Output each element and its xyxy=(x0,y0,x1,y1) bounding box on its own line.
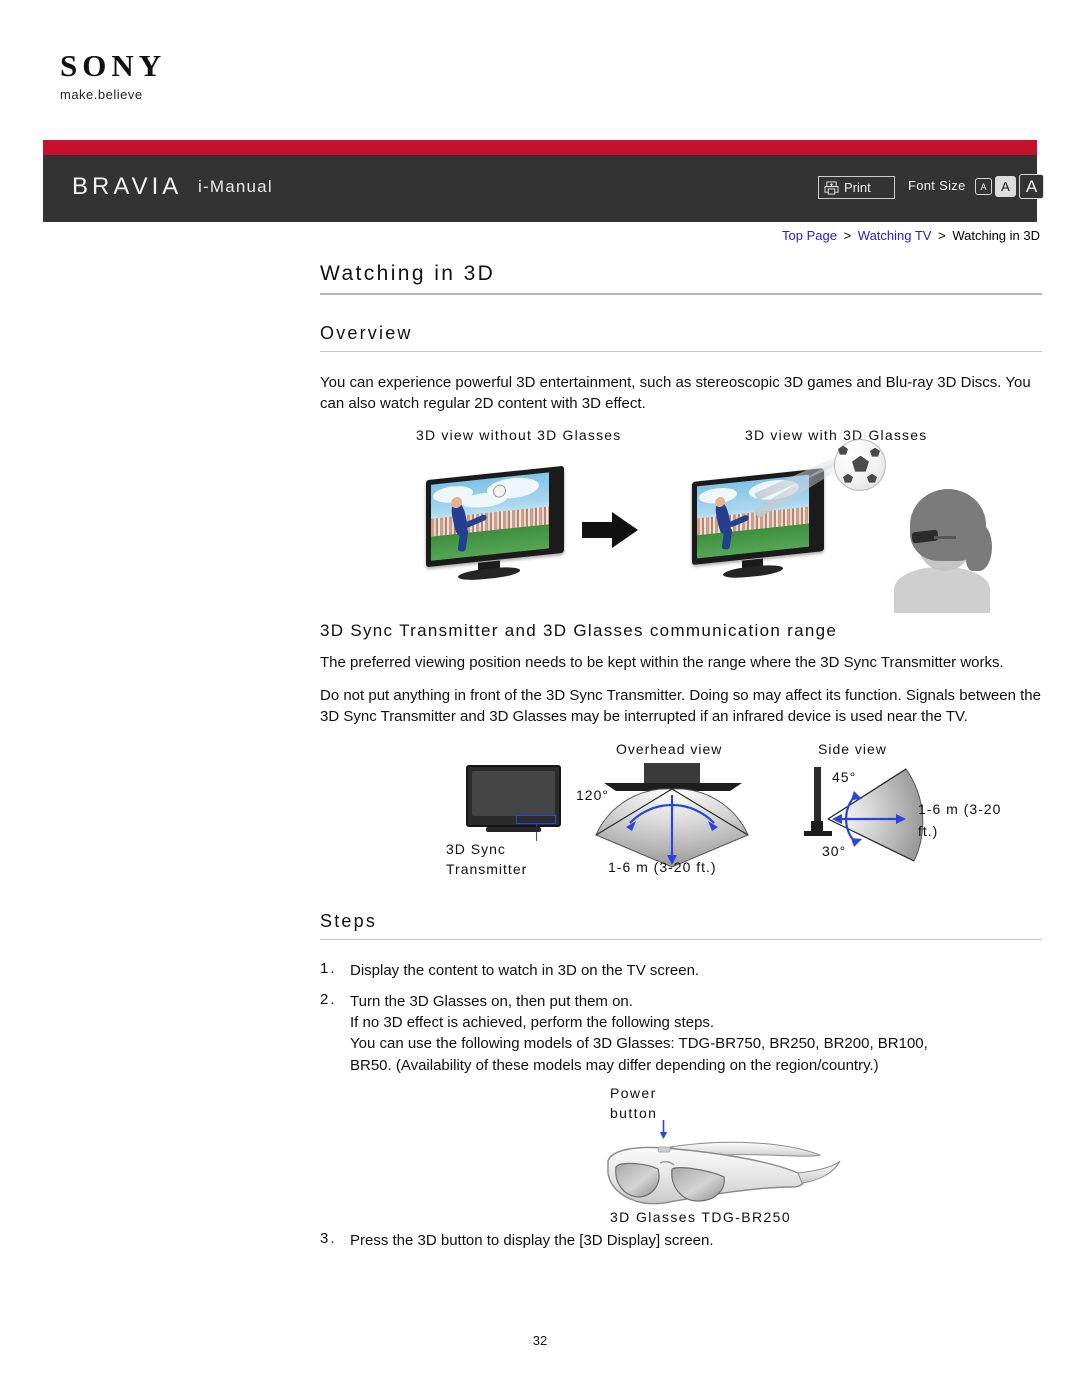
imanual-label: i-Manual xyxy=(198,177,273,196)
step-line: If no 3D effect is achieved, perform the… xyxy=(350,1014,715,1032)
print-button[interactable]: Print xyxy=(818,176,895,199)
overhead-view-caption: Overhead view xyxy=(616,741,723,758)
step-line: Press the 3D button to display the [3D D… xyxy=(350,1231,714,1249)
sony-wordmark: SONY xyxy=(60,48,167,83)
bravia-brand-label: BRAVIA xyxy=(72,173,183,200)
step-line: BR50. (Availability of these models may … xyxy=(350,1056,879,1074)
power-button-label-line2: button xyxy=(610,1104,658,1121)
side-view-caption: Side view xyxy=(818,741,887,758)
main-content: Watching in 3D Overview You can experien… xyxy=(320,262,1042,1260)
overhead-distance-label: 1-6 m (3-20 ft.) xyxy=(608,859,717,876)
figure-caption-without-glasses: 3D view without 3D Glasses xyxy=(416,426,622,443)
step-line: Turn the 3D Glasses on, then put them on… xyxy=(350,992,633,1010)
power-button-label-line1: Power xyxy=(610,1084,657,1101)
step-number: 1. xyxy=(320,960,337,978)
sony-tagline: make.believe xyxy=(60,87,143,102)
font-size-medium-button[interactable]: A xyxy=(995,176,1016,197)
step-text: Turn the 3D Glasses on, then put them on… xyxy=(350,991,928,1076)
breadcrumb-link-watching-tv[interactable]: Watching TV xyxy=(858,228,932,243)
breadcrumb-separator: > xyxy=(843,228,852,243)
steps-divider xyxy=(320,939,1042,941)
step-number: 2. xyxy=(320,990,337,1008)
breadcrumb-current: Watching in 3D xyxy=(952,228,1040,243)
figure-caption-with-glasses: 3D view with 3D Glasses xyxy=(745,426,928,443)
font-size-large-button[interactable]: A xyxy=(1019,174,1044,199)
step-text: Press the 3D button to display the [3D D… xyxy=(350,1230,714,1251)
header-accent-stripe xyxy=(43,140,1037,155)
font-size-label: Font Size xyxy=(908,178,966,193)
overview-heading: Overview xyxy=(320,323,413,343)
transmitter-highlight xyxy=(516,815,556,825)
tv-illustration-2d xyxy=(426,465,564,582)
comm-range-heading: 3D Sync Transmitter and 3D Glasses commu… xyxy=(320,620,838,640)
transmitter-label-line1: 3D Sync xyxy=(446,841,506,858)
font-size-control-group: A A A xyxy=(975,174,1044,199)
step-number: 3. xyxy=(320,1229,337,1247)
overhead-angle-label: 120° xyxy=(576,787,609,804)
page-title: Watching in 3D xyxy=(320,262,496,285)
side-angle-bottom-label: 30° xyxy=(822,843,847,860)
font-size-small-button[interactable]: A xyxy=(975,178,992,195)
transmitter-label-line2: Transmitter xyxy=(446,861,528,878)
step-text: Display the content to watch in 3D on th… xyxy=(350,960,699,981)
step-item: 2. Turn the 3D Glasses on, then put them… xyxy=(320,991,1042,1076)
sony-logo: SONY make.believe xyxy=(60,50,300,102)
side-distance-label-line2: ft.) xyxy=(918,823,939,840)
breadcrumb-separator: > xyxy=(938,228,946,243)
transition-arrow-icon xyxy=(582,511,638,548)
steps-list: 1. Display the content to watch in 3D on… xyxy=(320,960,1042,1251)
3d-glasses-illustration xyxy=(607,1141,841,1205)
print-button-label: Print xyxy=(844,180,871,195)
side-angle-top-label: 45° xyxy=(832,769,857,786)
printer-icon xyxy=(824,180,839,195)
step-line: You can use the following models of 3D G… xyxy=(350,1035,928,1053)
step-item: 3. Press the 3D button to display the [3… xyxy=(320,1230,1042,1251)
overview-figure: 3D view without 3D Glasses 3D view with … xyxy=(320,426,1042,613)
soccer-ball-3d xyxy=(834,438,886,491)
glasses-figure: Power button 3D Glasses TDG-BR250 xyxy=(320,1085,1042,1230)
overview-paragraph: You can experience powerful 3D entertain… xyxy=(320,374,1031,413)
step-line: Display the content to watch in 3D on th… xyxy=(350,962,700,980)
overhead-view-diagram xyxy=(595,763,749,869)
side-distance-label-line1: 1-6 m (3-20 xyxy=(918,801,1002,818)
title-divider xyxy=(320,293,1042,295)
comm-range-figure: 3D Sync Transmitter Overhead view 120° 1… xyxy=(320,739,1042,889)
breadcrumb-link-top-page[interactable]: Top Page xyxy=(782,228,837,243)
steps-heading: Steps xyxy=(320,911,378,932)
comm-range-paragraph-2: Do not put anything in front of the 3D S… xyxy=(320,686,1041,726)
glasses-model-caption: 3D Glasses TDG-BR250 xyxy=(610,1208,792,1225)
overview-divider xyxy=(320,351,1042,352)
comm-range-paragraph-1: The preferred viewing position needs to … xyxy=(320,653,1004,671)
step-item: 1. Display the content to watch in 3D on… xyxy=(320,960,1042,981)
breadcrumb: Top Page > Watching TV > Watching in 3D xyxy=(782,228,1040,243)
page-number: 32 xyxy=(532,1333,548,1348)
tv-front-stand xyxy=(486,827,541,833)
